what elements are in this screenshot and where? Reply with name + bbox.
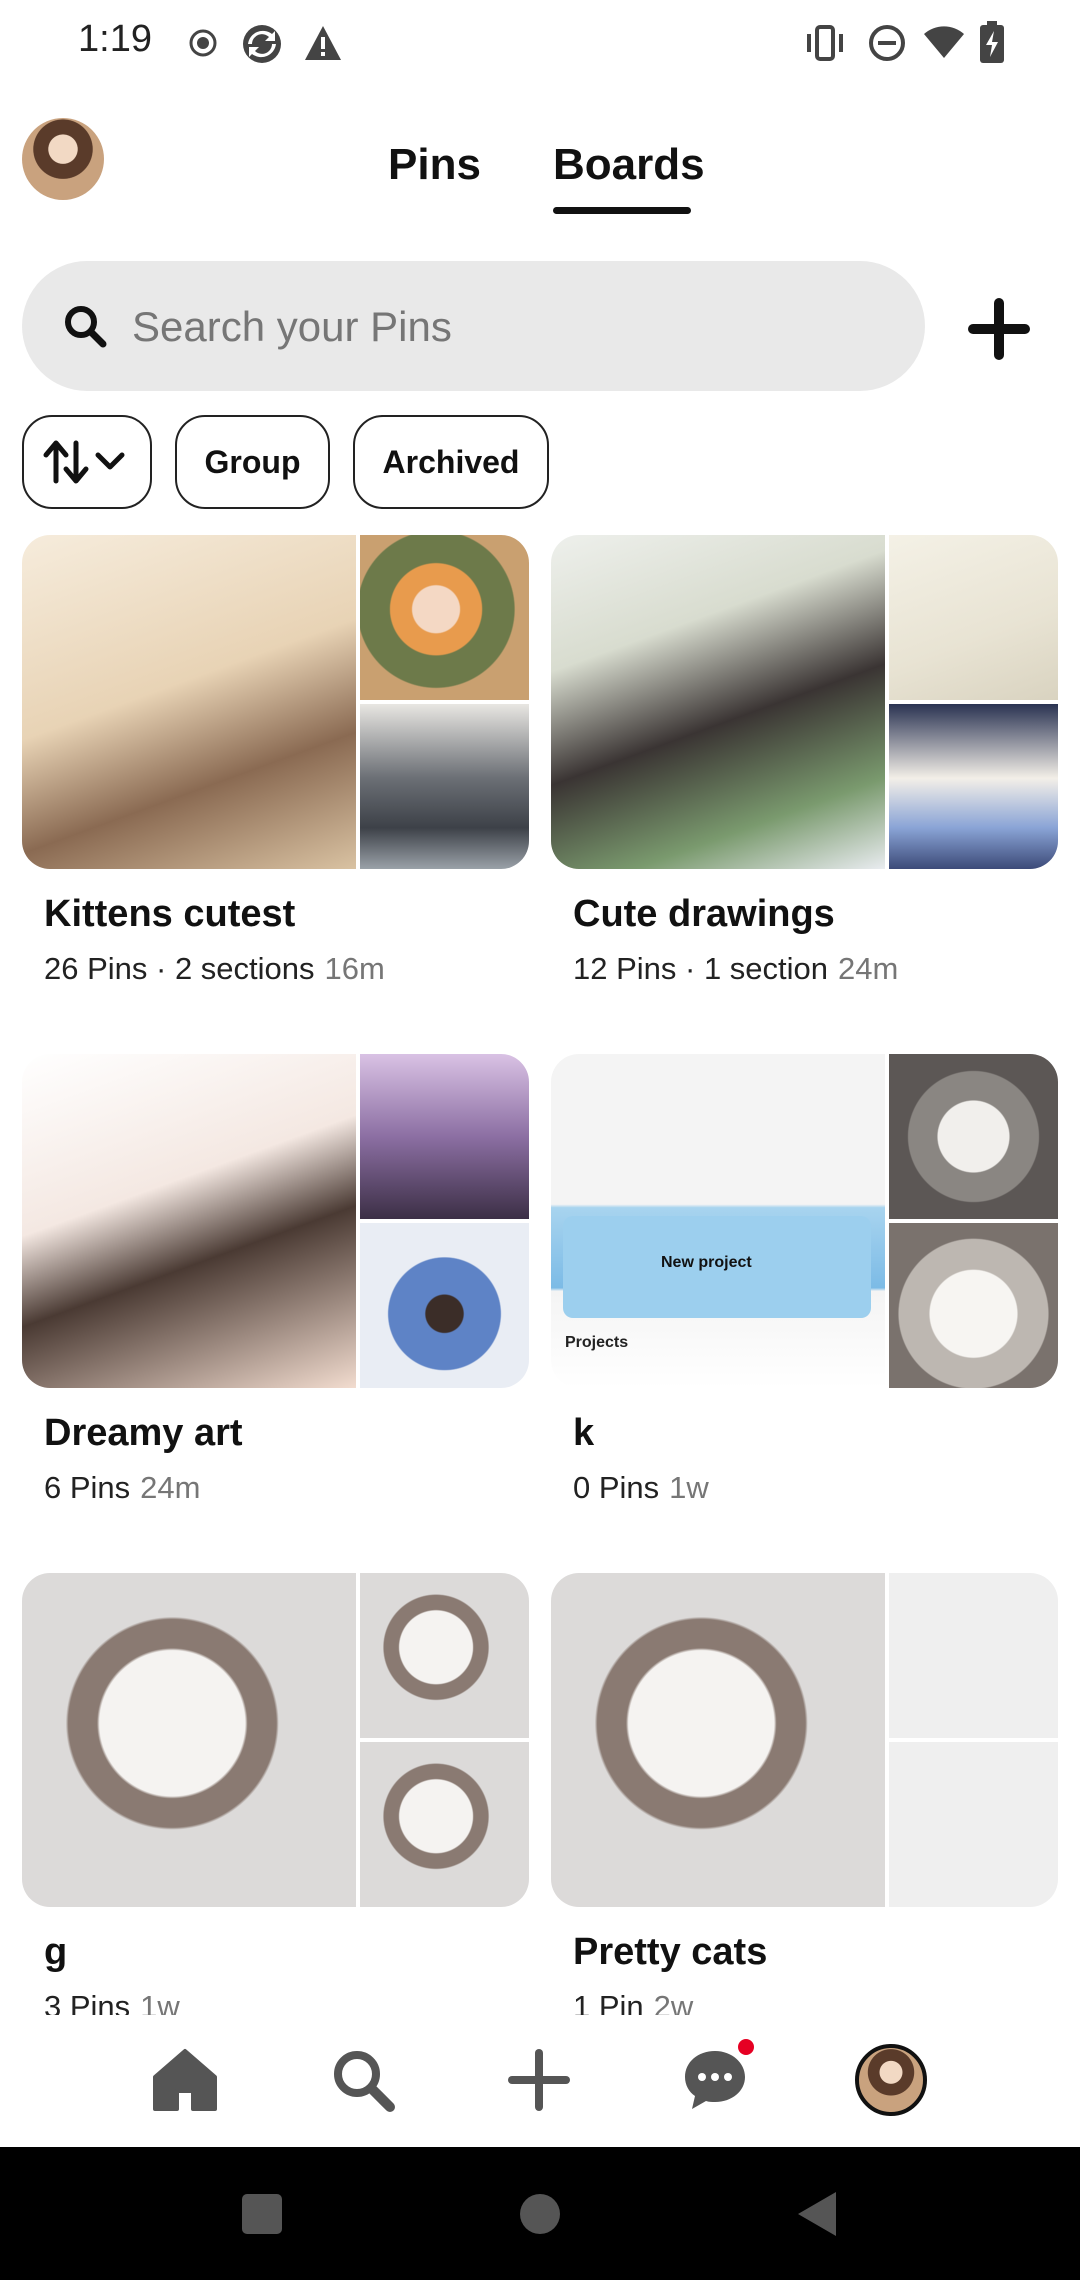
home-icon — [153, 2049, 217, 2111]
nav-messages[interactable] — [670, 2035, 760, 2125]
recents-button[interactable] — [202, 2147, 322, 2280]
board-cover-image — [889, 704, 1058, 869]
profile-avatar[interactable] — [22, 118, 104, 200]
board-meta: 12 Pins · 1 section 24m — [573, 951, 898, 987]
board-meta: 3 Pins 1w — [44, 1989, 180, 2015]
board-pin-count: 1 Pin — [573, 1989, 644, 2015]
board-cover-image — [360, 535, 529, 700]
board-cover-image — [889, 535, 1058, 700]
tab-pins[interactable]: Pins — [388, 140, 481, 190]
board-cover-placeholder — [889, 1742, 1058, 1907]
profile-avatar — [855, 2044, 927, 2116]
board-card[interactable]: Cute drawings 12 Pins · 1 section 24m — [551, 535, 1058, 1015]
board-meta: 26 Pins · 2 sections 16m — [44, 951, 385, 987]
sort-button[interactable] — [22, 415, 152, 509]
board-cover-image — [360, 1742, 529, 1907]
add-board-button[interactable] — [960, 290, 1038, 368]
system-navigation-bar — [0, 2147, 1080, 2280]
nav-profile[interactable] — [846, 2035, 936, 2125]
board-cover-image — [22, 1054, 356, 1388]
board-card[interactable]: Dreamy art 6 Pins 24m — [22, 1054, 529, 1534]
board-cover — [22, 1573, 529, 1907]
board-title: g — [44, 1931, 68, 1973]
board-cover-image — [360, 1573, 529, 1738]
board-pin-count: 26 Pins · 2 sections — [44, 951, 315, 986]
board-age: 24m — [838, 951, 899, 986]
group-filter-chip[interactable]: Group — [175, 415, 330, 509]
board-cover — [22, 1054, 529, 1388]
board-cover-image — [22, 1573, 356, 1907]
board-card[interactable]: New project Projects k 0 Pins 1w — [551, 1054, 1058, 1534]
board-cover — [22, 535, 529, 869]
vibrate-icon — [803, 24, 847, 67]
nav-search[interactable] — [318, 2035, 408, 2125]
triangle-back-icon — [798, 2191, 836, 2236]
app-ui-button-text: New project — [661, 1254, 752, 1271]
record-icon — [188, 28, 218, 63]
board-meta: 6 Pins 24m — [44, 1470, 200, 1506]
search-input[interactable]: Search your Pins — [22, 261, 925, 391]
square-icon — [242, 2193, 282, 2234]
status-bar: 1:19 — [0, 0, 1080, 86]
sync-icon — [240, 22, 284, 71]
board-cover-image — [360, 1054, 529, 1219]
back-button[interactable] — [758, 2147, 878, 2280]
board-cover-image — [360, 1223, 529, 1388]
board-age: 16m — [324, 951, 385, 986]
board-cover: New project Projects — [551, 1054, 1058, 1388]
board-cover-image — [889, 1054, 1058, 1219]
chat-icon — [685, 2051, 745, 2109]
board-pin-count: 12 Pins · 1 section — [573, 951, 829, 986]
board-cover-image — [22, 535, 356, 869]
bottom-nav — [0, 2015, 1080, 2145]
board-cover — [551, 1573, 1058, 1907]
sort-arrows-icon — [43, 440, 125, 484]
board-card[interactable]: Kittens cutest 26 Pins · 2 sections 16m — [22, 535, 529, 1015]
board-cover — [551, 535, 1058, 869]
circle-icon — [520, 2193, 560, 2234]
nav-home[interactable] — [140, 2035, 230, 2125]
board-meta: 1 Pin 2w — [573, 1989, 693, 2015]
tab-boards[interactable]: Boards — [553, 140, 705, 190]
board-title: Pretty cats — [573, 1931, 768, 1973]
board-title: k — [573, 1412, 595, 1454]
warning-icon — [303, 24, 343, 67]
board-cover-image — [360, 704, 529, 869]
notification-dot — [738, 2039, 754, 2055]
plus-icon — [968, 298, 1030, 360]
wifi-icon — [922, 26, 966, 65]
search-placeholder: Search your Pins — [132, 303, 452, 350]
board-pin-count: 6 Pins — [44, 1470, 131, 1505]
plus-icon — [508, 2049, 570, 2111]
board-card[interactable]: Pretty cats 1 Pin 2w — [551, 1573, 1058, 2015]
board-card[interactable]: g 3 Pins 1w — [22, 1573, 529, 2015]
board-title: Cute drawings — [573, 893, 835, 935]
board-cover-placeholder — [889, 1573, 1058, 1738]
board-title: Kittens cutest — [44, 893, 296, 935]
search-icon — [334, 2051, 395, 2112]
active-tab-indicator — [553, 207, 691, 214]
board-title: Dreamy art — [44, 1412, 243, 1454]
board-pin-count: 3 Pins — [44, 1989, 131, 2015]
home-button[interactable] — [480, 2147, 600, 2280]
search-icon — [62, 303, 108, 354]
board-age: 2w — [653, 1989, 694, 2015]
battery-charging-icon — [978, 20, 1006, 69]
board-age: 24m — [140, 1470, 201, 1505]
status-time: 1:19 — [78, 18, 152, 60]
do-not-disturb-icon — [868, 24, 906, 67]
nav-create[interactable] — [494, 2035, 584, 2125]
archived-filter-chip[interactable]: Archived — [353, 415, 549, 509]
app-ui-section-text: Projects — [565, 1334, 629, 1351]
board-age: 1w — [140, 1989, 180, 2015]
board-cover-image — [551, 1573, 885, 1907]
board-cover-image: New project Projects — [551, 1054, 885, 1388]
board-cover-image — [551, 535, 885, 869]
board-meta: 0 Pins 1w — [573, 1470, 709, 1506]
board-age: 1w — [669, 1470, 709, 1505]
board-cover-image — [889, 1223, 1058, 1388]
board-pin-count: 0 Pins — [573, 1470, 660, 1505]
